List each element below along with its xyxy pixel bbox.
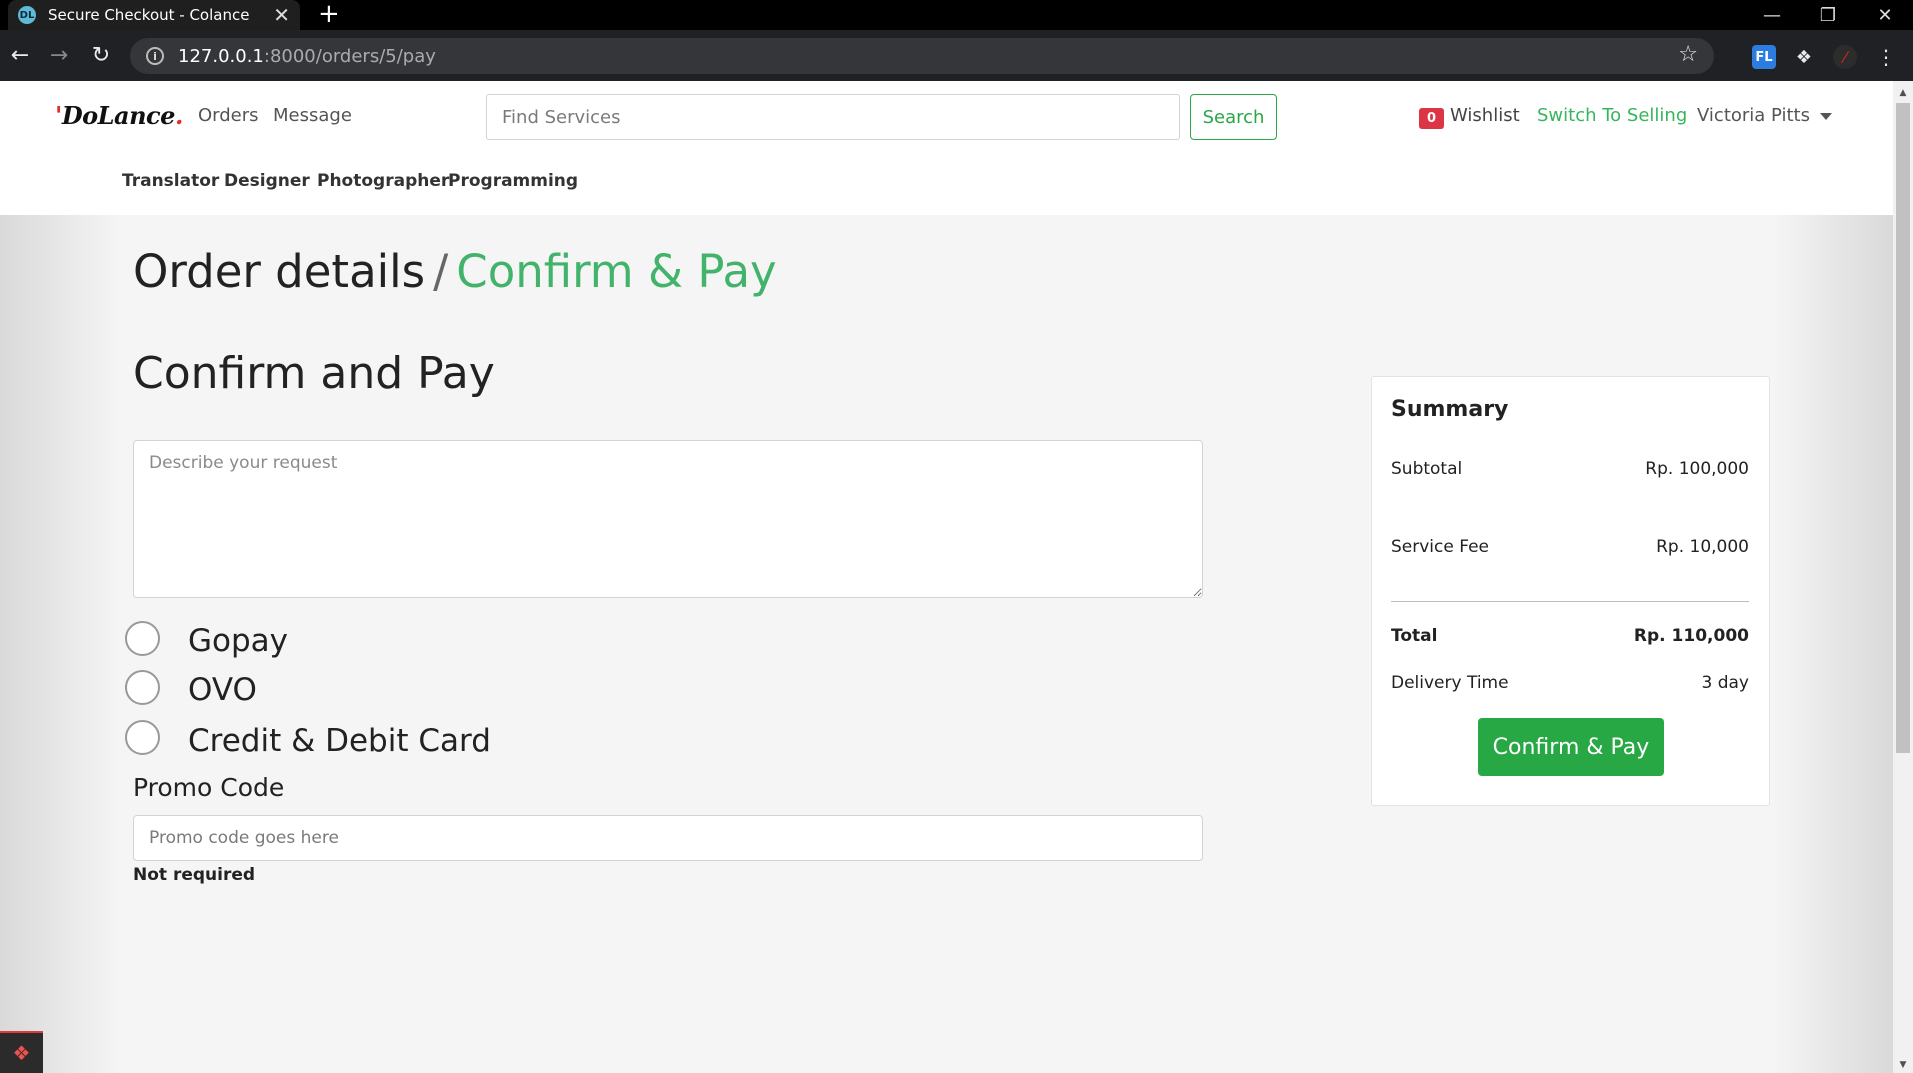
radio-ovo[interactable] <box>125 670 160 705</box>
order-summary-card: Summary Subtotal Rp. 100,000 Service Fee… <box>1371 376 1770 806</box>
breadcrumb-current: Confirm & Pay <box>456 245 777 298</box>
url-host: 127.0.0.1 <box>178 45 264 67</box>
service-fee-label: Service Fee <box>1391 537 1489 557</box>
payment-option-card[interactable]: Credit & Debit Card <box>125 720 491 759</box>
browser-tab[interactable]: DL Secure Checkout - Colance ✕ <box>8 0 300 30</box>
summary-divider <box>1391 601 1749 602</box>
scroll-up-arrow-icon[interactable]: ▲ <box>1893 85 1913 101</box>
search-input[interactable] <box>486 94 1180 140</box>
extensions-puzzle-icon[interactable]: ❖ <box>1792 45 1816 69</box>
payment-option-gopay[interactable]: Gopay <box>125 621 288 659</box>
request-description-field[interactable] <box>133 440 1203 598</box>
window-close-icon[interactable]: ✕ <box>1857 0 1913 30</box>
subtotal-label: Subtotal <box>1391 459 1463 479</box>
browser-tab-bar: DL Secure Checkout - Colance ✕ + — ❐ ✕ <box>0 0 1913 30</box>
forward-icon[interactable]: → <box>46 42 72 68</box>
service-fee-value: Rp. 10,000 <box>1656 537 1749 557</box>
logo-text: DoLance <box>61 101 176 130</box>
summary-fee-row: Service Fee Rp. 10,000 <box>1391 537 1749 557</box>
wishlist-link[interactable]: Wishlist <box>1450 105 1520 126</box>
total-value: Rp. 110,000 <box>1633 626 1749 646</box>
subtotal-value: Rp. 100,000 <box>1645 459 1749 479</box>
summary-subtotal-row: Subtotal Rp. 100,000 <box>1391 459 1749 479</box>
breadcrumb-parent[interactable]: Order details <box>133 245 425 298</box>
user-name: Victoria Pitts <box>1697 105 1810 126</box>
switch-to-selling-link[interactable]: Switch To Selling <box>1537 105 1687 126</box>
reload-icon[interactable]: ↻ <box>88 42 114 68</box>
confirm-pay-button[interactable]: Confirm & Pay <box>1478 718 1664 776</box>
profile-avatar-icon[interactable]: ⁄ <box>1833 45 1857 69</box>
nav-orders-link[interactable]: Orders <box>198 105 259 126</box>
page-title: Confirm and Pay <box>133 348 495 399</box>
search-button[interactable]: Search <box>1190 94 1277 140</box>
summary-total-row: Total Rp. 110,000 <box>1391 626 1749 646</box>
extension-fl-icon[interactable]: FL <box>1752 45 1776 69</box>
scrollbar-thumb[interactable] <box>1896 103 1910 753</box>
new-tab-icon[interactable]: + <box>318 1 340 27</box>
radio-card[interactable] <box>125 720 160 755</box>
payment-label-gopay: Gopay <box>188 623 289 659</box>
page-scrollbar[interactable]: ▲ ▼ <box>1893 81 1913 1073</box>
user-menu-dropdown[interactable]: Victoria Pitts <box>1697 105 1832 126</box>
scroll-down-arrow-icon[interactable]: ▼ <box>1893 1057 1913 1073</box>
maximize-icon[interactable]: ❐ <box>1800 0 1856 30</box>
category-designer[interactable]: Designer <box>224 171 310 191</box>
payment-label-card: Credit & Debit Card <box>188 723 491 759</box>
tab-title: Secure Checkout - Colance <box>48 6 250 24</box>
url-path: :8000/orders/5/pay <box>263 45 436 67</box>
site-header: 'DoLance. Orders Message Search 0 Wishli… <box>0 81 1893 215</box>
promo-code-label: Promo Code <box>133 773 285 802</box>
page-viewport: 'DoLance. Orders Message Search 0 Wishli… <box>0 81 1893 1073</box>
total-label: Total <box>1391 626 1438 646</box>
browser-menu-icon[interactable]: ⋮ <box>1874 45 1898 69</box>
category-photographer[interactable]: Photographer <box>317 171 449 191</box>
breadcrumb: Order details / Confirm & Pay <box>133 245 777 298</box>
tab-close-icon[interactable]: ✕ <box>273 3 290 27</box>
laravel-debugbar-icon[interactable]: ❖ <box>0 1031 43 1073</box>
payment-label-ovo: OVO <box>188 672 257 708</box>
bookmark-star-icon[interactable]: ☆ <box>1678 42 1698 67</box>
minimize-icon[interactable]: — <box>1744 0 1800 30</box>
back-icon[interactable]: ← <box>7 42 33 68</box>
promo-code-help: Not required <box>133 865 256 885</box>
site-info-icon[interactable]: i <box>146 47 164 65</box>
payment-option-ovo[interactable]: OVO <box>125 670 257 708</box>
category-programming[interactable]: Programming <box>448 171 578 191</box>
breadcrumb-separator: / <box>433 245 449 298</box>
promo-code-input[interactable] <box>133 815 1203 861</box>
summary-delivery-row: Delivery Time 3 day <box>1391 673 1749 693</box>
chevron-down-icon <box>1820 112 1832 120</box>
category-translator[interactable]: Translator <box>122 171 219 191</box>
site-favicon-icon: DL <box>18 6 36 24</box>
radio-gopay[interactable] <box>125 621 160 656</box>
delivery-time-value: 3 day <box>1701 673 1750 693</box>
site-logo[interactable]: 'DoLance. <box>55 101 183 130</box>
summary-title: Summary <box>1391 397 1509 422</box>
nav-message-link[interactable]: Message <box>273 105 352 126</box>
top-navbar: 'DoLance. Orders Message Search 0 Wishli… <box>0 81 1893 153</box>
category-bar: Translator Designer Photographer Program… <box>0 153 1893 215</box>
wishlist-count-badge: 0 <box>1419 108 1444 129</box>
delivery-time-label: Delivery Time <box>1391 673 1509 693</box>
address-bar[interactable]: i 127.0.0.1:8000/orders/5/pay ☆ <box>130 38 1714 74</box>
